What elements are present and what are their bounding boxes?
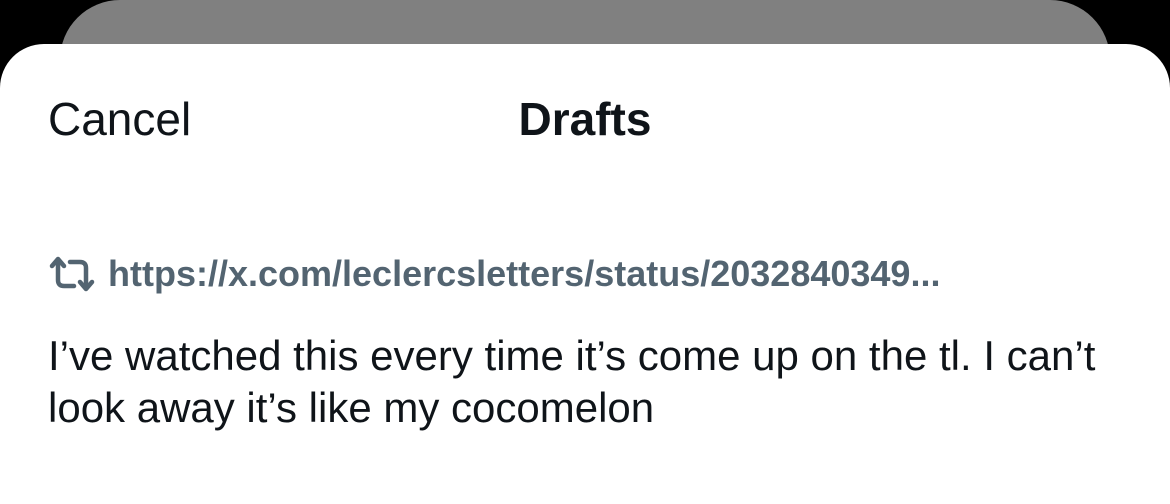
drafts-sheet: Cancel Drafts https://x.com/leclercslett… [0,44,1170,504]
draft-item[interactable]: https://x.com/leclercsletters/status/203… [0,234,1170,454]
quote-url: https://x.com/leclercsletters/status/203… [108,253,941,294]
draft-text: I’ve watched this every time it’s come u… [48,332,1096,431]
quote-link-row: https://x.com/leclercsletters/status/203… [48,252,940,296]
repost-icon [48,254,96,294]
cancel-button[interactable]: Cancel [48,94,191,144]
